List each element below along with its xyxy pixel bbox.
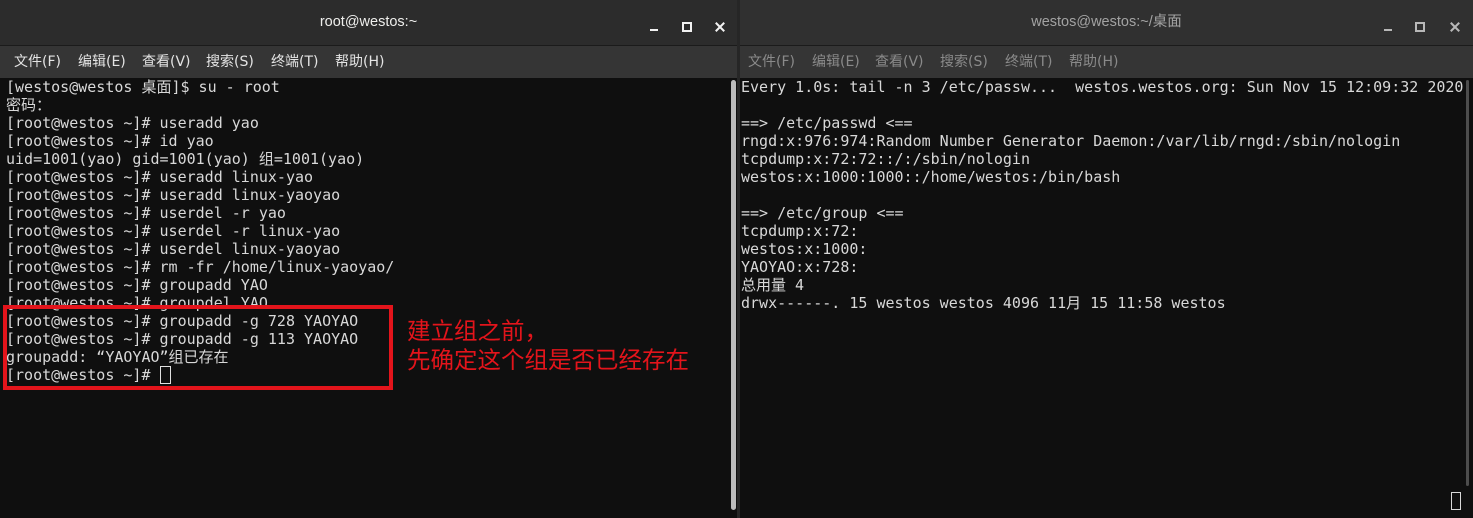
terminal-line: [root@westos ~]# useradd linux-yao [6, 168, 314, 186]
minimize-button[interactable] [642, 15, 666, 39]
menu-help[interactable]: 帮助(H) [1069, 46, 1129, 78]
window-title: root@westos:~ [319, 14, 418, 30]
terminal-line: tcpdump:x:72: [741, 222, 859, 240]
menu-view[interactable]: 查看(V) [142, 46, 202, 78]
terminal-line: [westos@westos 桌面]$ su - root [6, 78, 280, 96]
annotation-text: 先确定这个组是否已经存在 [407, 346, 689, 374]
menu-terminal[interactable]: 终端(T) [1005, 46, 1065, 78]
menu-search[interactable]: 搜索(S) [940, 46, 1000, 78]
terminal-output[interactable]: [westos@westos 桌面]$ su - root 密码： [root@… [0, 78, 737, 518]
terminal-line: rngd:x:976:974:Random Number Generator D… [741, 132, 1401, 150]
minimize-icon [650, 29, 658, 31]
menu-file[interactable]: 文件(F) [14, 46, 74, 78]
terminal-line: [root@westos ~]# useradd linux-yaoyao [6, 186, 341, 204]
terminal-line: ==> /etc/group <== [741, 204, 904, 222]
menu-terminal[interactable]: 终端(T) [271, 46, 331, 78]
terminal-line: westos:x:1000: [741, 240, 868, 258]
scrollbar[interactable] [731, 80, 736, 510]
titlebar[interactable]: westos@westos:~/桌面 [740, 0, 1473, 46]
terminal-line: 总用量 4 [741, 276, 805, 294]
menu-help[interactable]: 帮助(H) [335, 46, 395, 78]
terminal-line: [root@westos ~]# groupadd YAO [6, 276, 268, 294]
terminal-window-westos[interactable]: westos@westos:~/桌面 文件(F) 编辑(E) 查看(V) 搜索(… [740, 0, 1473, 518]
menu-edit[interactable]: 编辑(E) [812, 46, 872, 78]
terminal-line: [root@westos ~]# rm -fr /home/linux-yaoy… [6, 258, 395, 276]
close-button[interactable] [708, 15, 732, 39]
menubar: 文件(F) 编辑(E) 查看(V) 搜索(S) 终端(T) 帮助(H) [0, 46, 737, 78]
terminal-line: [root@westos ~]# userdel -r yao [6, 204, 286, 222]
cursor [1451, 492, 1461, 510]
terminal-line: [root@westos ~]# useradd yao [6, 114, 259, 132]
terminal-line: YAOYAO:x:728: [741, 258, 859, 276]
terminal-line: [root@westos ~]# userdel linux-yaoyao [6, 240, 341, 258]
terminal-window-root[interactable]: root@westos:~ 文件(F) 编辑(E) 查看(V) 搜索(S) 终端… [0, 0, 737, 518]
terminal-line: [root@westos ~]# id yao [6, 132, 214, 150]
titlebar[interactable]: root@westos:~ [0, 0, 737, 46]
menu-search[interactable]: 搜索(S) [206, 46, 266, 78]
maximize-button[interactable] [1408, 15, 1432, 39]
terminal-line: tcpdump:x:72:72::/:/sbin/nologin [741, 150, 1030, 168]
terminal-line: westos:x:1000:1000::/home/westos:/bin/ba… [741, 168, 1121, 186]
terminal-line: [root@westos ~]# userdel -r linux-yao [6, 222, 341, 240]
terminal-line: Every 1.0s: tail -n 3 /etc/passw... west… [741, 78, 1464, 96]
maximize-icon [682, 22, 692, 32]
terminal-line: uid=1001(yao) gid=1001(yao) 组=1001(yao) [6, 150, 365, 168]
maximize-icon [1415, 22, 1425, 32]
menu-edit[interactable]: 编辑(E) [78, 46, 138, 78]
maximize-button[interactable] [675, 15, 699, 39]
terminal-line: drwx------. 15 westos westos 4096 11月 15… [741, 294, 1226, 312]
window-title: westos@westos:~/桌面 [1031, 14, 1182, 30]
menu-view[interactable]: 查看(V) [875, 46, 935, 78]
terminal-line: 密码： [6, 96, 52, 114]
annotation-text: 建立组之前， [407, 317, 548, 345]
highlight-box [3, 305, 393, 390]
close-button[interactable] [1443, 15, 1467, 39]
minimize-button[interactable] [1376, 15, 1400, 39]
scrollbar[interactable] [1466, 80, 1469, 486]
menubar: 文件(F) 编辑(E) 查看(V) 搜索(S) 终端(T) 帮助(H) [740, 46, 1473, 78]
terminal-output[interactable]: Every 1.0s: tail -n 3 /etc/passw... west… [740, 78, 1473, 518]
menu-file[interactable]: 文件(F) [748, 46, 808, 78]
minimize-icon [1384, 29, 1392, 31]
terminal-line: ==> /etc/passwd <== [741, 114, 913, 132]
